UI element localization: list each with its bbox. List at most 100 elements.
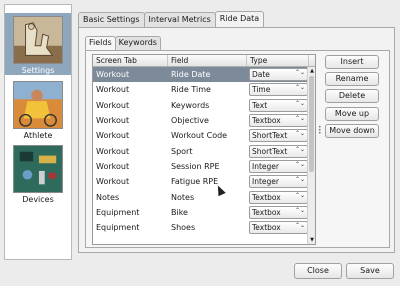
table-row[interactable]: Workout Sport ShortText ⌃⌄ — [93, 143, 315, 158]
type-dropdown[interactable]: ShortText ⌃⌄ — [249, 129, 308, 143]
up-down-chevron-icon: ⌃⌄ — [294, 115, 305, 123]
cell-field[interactable]: Sport — [168, 147, 247, 156]
cell-screen-tab[interactable]: Workout — [93, 101, 168, 110]
type-value: Textbox — [252, 192, 281, 202]
settings-image — [13, 16, 63, 64]
nav-item-athlete[interactable]: Athlete — [5, 81, 71, 141]
type-value: Textbox — [252, 207, 281, 217]
cell-screen-tab[interactable]: Notes — [93, 193, 168, 202]
tab-interval-metrics[interactable]: Interval Metrics — [143, 12, 216, 27]
athlete-image — [13, 81, 63, 129]
up-down-chevron-icon: ⌃⌄ — [294, 222, 305, 230]
save-button[interactable]: Save — [346, 263, 394, 279]
cell-screen-tab[interactable]: Workout — [93, 116, 168, 125]
table-row[interactable]: Workout Ride Time Time ⌃⌄ — [93, 82, 315, 97]
type-value: ShortText — [252, 131, 288, 141]
cell-screen-tab[interactable]: Workout — [93, 85, 168, 94]
cell-screen-tab[interactable]: Workout — [93, 131, 168, 140]
up-down-chevron-icon: ⌃⌄ — [294, 130, 305, 138]
insert-button[interactable]: Insert — [325, 55, 379, 69]
cell-screen-tab[interactable]: Workout — [93, 177, 168, 186]
nav-item-devices[interactable]: Devices — [5, 145, 71, 207]
cell-field[interactable]: Workout Code — [168, 131, 247, 140]
move-up-button[interactable]: Move up — [325, 107, 379, 121]
type-value: Text — [252, 100, 268, 110]
cell-screen-tab[interactable]: Equipment — [93, 208, 168, 217]
column-header-field[interactable]: Field — [168, 55, 247, 66]
column-header-screen-tab[interactable]: Screen Tab — [93, 55, 168, 66]
table-row[interactable]: Workout Objective Textbox ⌃⌄ — [93, 113, 315, 128]
type-dropdown[interactable]: Integer ⌃⌄ — [249, 175, 308, 189]
table-row[interactable]: Workout Fatigue RPE Integer ⌃⌄ — [93, 174, 315, 189]
tab-fields[interactable]: Fields — [85, 36, 116, 50]
cell-screen-tab[interactable]: Workout — [93, 70, 168, 79]
rename-button[interactable]: Rename — [325, 72, 379, 86]
cell-field[interactable]: Keywords — [168, 101, 247, 110]
close-button[interactable]: Close — [294, 263, 342, 279]
fields-table: Screen Tab Field Type Workout Ride Date Da… — [92, 54, 316, 245]
ride-data-panel: Fields Keywords Screen Tab Field Type Wo… — [78, 27, 395, 253]
scroll-up-arrow-icon[interactable]: ▲ — [308, 67, 315, 75]
cell-field[interactable]: Shoes — [168, 223, 247, 232]
table-scrollbar[interactable]: ▲ ▼ — [307, 67, 315, 244]
type-value: Date — [252, 70, 270, 80]
type-dropdown[interactable]: ShortText ⌃⌄ — [249, 144, 308, 158]
type-value: ShortText — [252, 146, 288, 156]
delete-button[interactable]: Delete — [325, 89, 379, 103]
type-dropdown[interactable]: Date ⌃⌄ — [249, 68, 308, 82]
cell-field[interactable]: Objective — [168, 116, 247, 125]
type-value: Integer — [252, 161, 279, 171]
settings-navigation: Settings Athlete Devices — [4, 4, 72, 260]
type-dropdown[interactable]: Textbox ⌃⌄ — [249, 114, 308, 128]
sub-tabbar: Fields Keywords — [85, 36, 161, 50]
table-row[interactable]: Workout Session RPE Integer ⌃⌄ — [93, 159, 315, 174]
nav-label-athlete: Athlete — [23, 131, 53, 140]
table-row[interactable]: Equipment Shoes Textbox ⌃⌄ — [93, 220, 315, 235]
scroll-down-arrow-icon[interactable]: ▼ — [308, 236, 315, 244]
tab-basic-settings[interactable]: Basic Settings — [78, 12, 145, 27]
type-dropdown[interactable]: Textbox ⌃⌄ — [249, 205, 308, 219]
type-dropdown[interactable]: Textbox ⌃⌄ — [249, 190, 308, 204]
nav-label-settings: Settings — [21, 66, 55, 75]
table-row[interactable]: Equipment Bike Textbox ⌃⌄ — [93, 205, 315, 220]
up-down-chevron-icon: ⌃⌄ — [294, 191, 305, 199]
column-header-type[interactable]: Type — [247, 55, 309, 66]
cell-field[interactable]: Session RPE — [168, 162, 247, 171]
cell-field[interactable]: Notes — [168, 193, 247, 202]
type-value: Time — [252, 85, 271, 95]
up-down-chevron-icon: ⌃⌄ — [294, 160, 305, 168]
type-value: Textbox — [252, 223, 281, 233]
table-row[interactable]: Workout Keywords Text ⌃⌄ — [93, 98, 315, 113]
cell-field[interactable]: Ride Time — [168, 85, 247, 94]
nav-item-settings[interactable]: Settings — [5, 13, 71, 75]
type-dropdown[interactable]: Text ⌃⌄ — [249, 98, 308, 112]
up-down-chevron-icon: ⌃⌄ — [294, 69, 305, 77]
tab-keywords[interactable]: Keywords — [114, 36, 161, 50]
cell-field[interactable]: Bike — [168, 208, 247, 217]
table-row[interactable]: Notes Notes Textbox ⌃⌄ — [93, 189, 315, 204]
type-dropdown[interactable]: Time ⌃⌄ — [249, 83, 308, 97]
cell-screen-tab[interactable]: Workout — [93, 162, 168, 171]
table-row[interactable]: Workout Ride Date Date ⌃⌄ — [93, 67, 315, 83]
splitter-handle-icon[interactable]: • • • — [318, 125, 322, 137]
table-header: Screen Tab Field Type — [93, 55, 315, 67]
nav-label-devices: Devices — [22, 195, 54, 204]
up-down-chevron-icon: ⌃⌄ — [294, 176, 305, 184]
type-dropdown[interactable]: Integer ⌃⌄ — [249, 159, 308, 173]
main-tabbar: Basic Settings Interval Metrics Ride Dat… — [78, 11, 265, 27]
move-down-button[interactable]: Move down — [325, 124, 379, 138]
type-value: Integer — [252, 177, 279, 187]
up-down-chevron-icon: ⌃⌄ — [294, 206, 305, 214]
up-down-chevron-icon: ⌃⌄ — [294, 145, 305, 153]
up-down-chevron-icon: ⌃⌄ — [294, 84, 305, 92]
type-value: Textbox — [252, 116, 281, 126]
tab-ride-data[interactable]: Ride Data — [214, 11, 265, 27]
table-row[interactable]: Workout Workout Code ShortText ⌃⌄ — [93, 128, 315, 143]
table-body: Workout Ride Date Date ⌃⌄ Workout Ride Time Ti… — [93, 67, 315, 235]
cell-screen-tab[interactable]: Equipment — [93, 223, 168, 232]
cell-screen-tab[interactable]: Workout — [93, 147, 168, 156]
scrollbar-thumb[interactable] — [309, 76, 314, 172]
type-dropdown[interactable]: Textbox ⌃⌄ — [249, 221, 308, 235]
cell-field[interactable]: Fatigue RPE — [168, 177, 247, 186]
cell-field[interactable]: Ride Date — [168, 70, 247, 79]
